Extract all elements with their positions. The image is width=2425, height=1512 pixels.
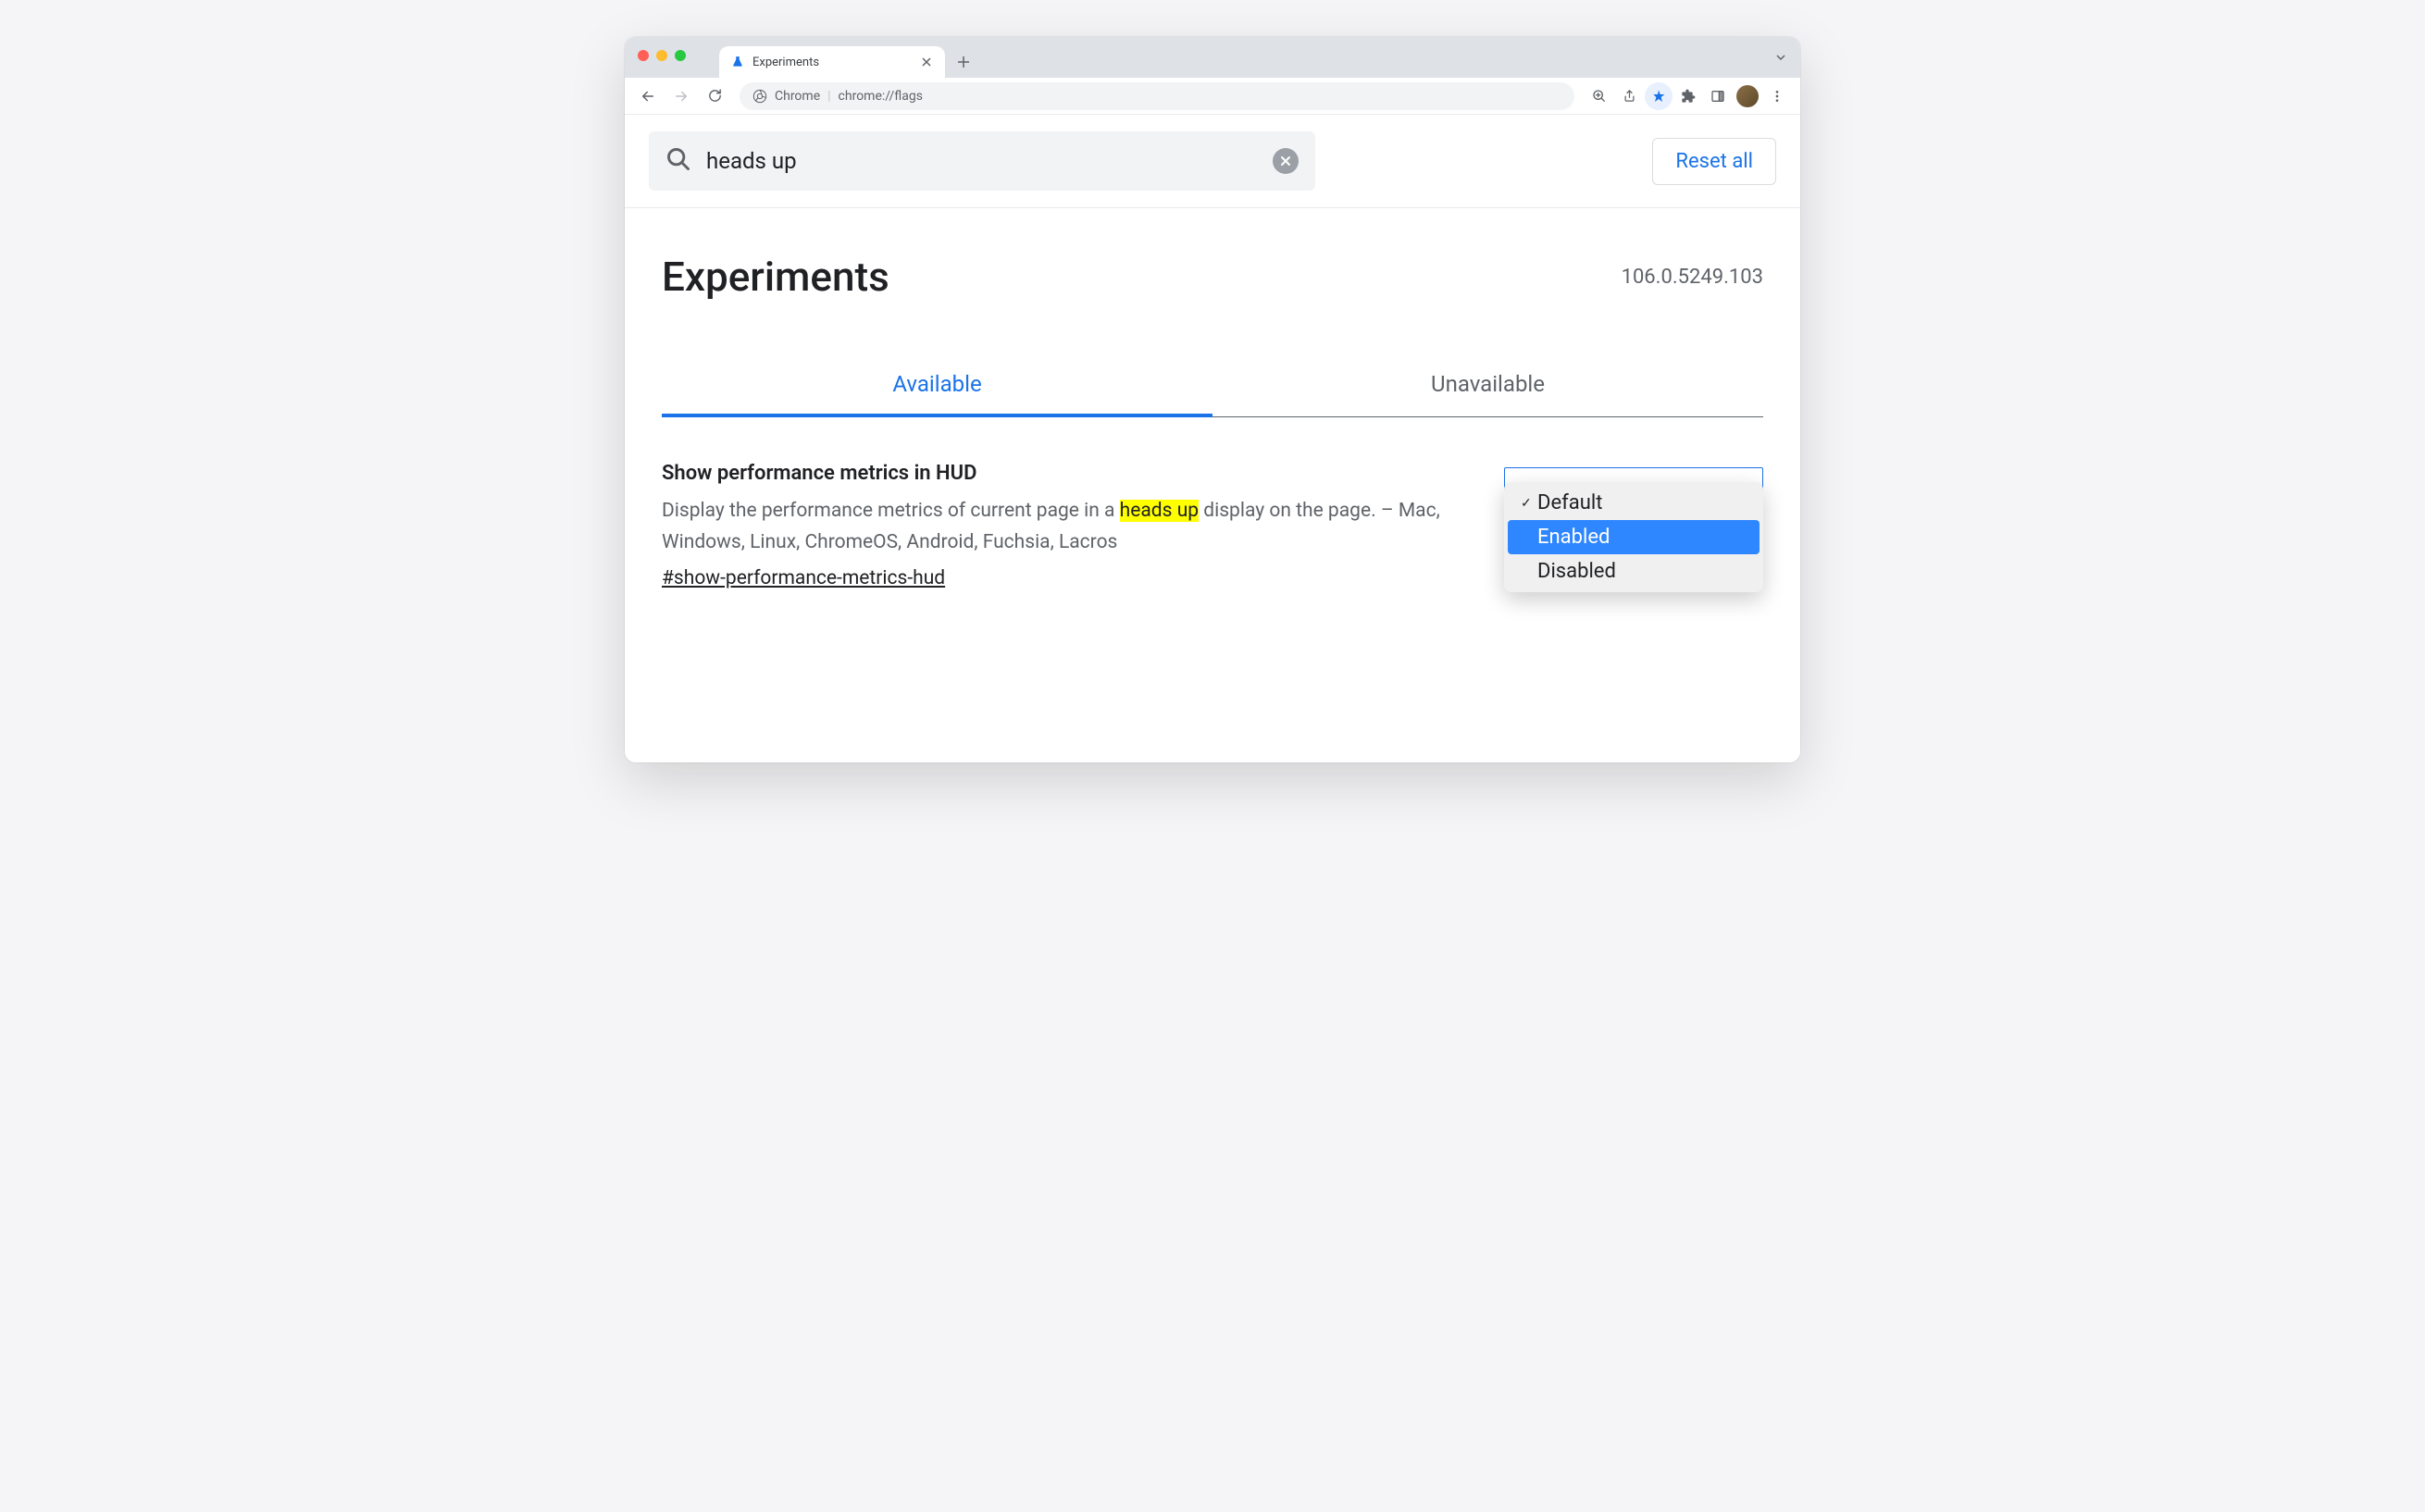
browser-tab[interactable]: Experiments <box>719 46 945 78</box>
omnibox-separator: | <box>827 89 830 104</box>
tab-title: Experiments <box>752 56 912 69</box>
back-button[interactable] <box>634 82 662 110</box>
dropdown-option-enabled[interactable]: Enabled <box>1508 520 1760 554</box>
omnibox-text: Chrome | chrome://flags <box>775 89 923 104</box>
tab-available[interactable]: Available <box>662 354 1212 417</box>
page-title: Experiments <box>662 253 889 301</box>
extensions-icon[interactable] <box>1674 82 1702 110</box>
dropdown-option-disabled[interactable]: Disabled <box>1508 554 1760 589</box>
search-icon <box>665 146 691 176</box>
check-icon: ✓ <box>1521 496 1532 511</box>
flag-description-highlight: heads up <box>1120 500 1199 522</box>
dropdown-option-default[interactable]: ✓ Default <box>1508 486 1760 520</box>
close-window-button[interactable] <box>638 50 649 61</box>
zoom-icon[interactable] <box>1586 82 1613 110</box>
side-panel-icon[interactable] <box>1704 82 1732 110</box>
menu-icon[interactable] <box>1763 82 1791 110</box>
search-box[interactable] <box>649 131 1315 191</box>
tab-strip: Experiments <box>719 37 976 78</box>
flag-info: Show performance metrics in HUD Display … <box>662 462 1449 589</box>
flag-description-before: Display the performance metrics of curre… <box>662 500 1120 522</box>
flag-control: ✓ Default Enabled Disabled <box>1504 462 1763 589</box>
tabs-nav: Available Unavailable <box>662 354 1763 417</box>
flask-icon <box>730 55 745 69</box>
bookmark-star-icon[interactable] <box>1645 82 1673 110</box>
tab-unavailable[interactable]: Unavailable <box>1212 354 1763 417</box>
dropdown-option-label: Default <box>1537 491 1602 514</box>
dropdown-option-label: Disabled <box>1537 560 1616 583</box>
new-tab-button[interactable] <box>951 49 976 75</box>
traffic-lights <box>638 50 686 61</box>
chrome-icon <box>752 89 767 104</box>
search-bar-row: Reset all <box>625 115 1800 208</box>
omnibox-prefix: Chrome <box>775 89 820 104</box>
reload-button[interactable] <box>701 82 728 110</box>
forward-button[interactable] <box>667 82 695 110</box>
reset-all-button[interactable]: Reset all <box>1652 138 1776 185</box>
clear-search-button[interactable] <box>1273 148 1299 174</box>
flag-title: Show performance metrics in HUD <box>662 462 1449 485</box>
experiments-header: Experiments 106.0.5249.103 <box>625 208 1800 310</box>
tabs-dropdown-button[interactable] <box>1774 50 1787 68</box>
version-text: 106.0.5249.103 <box>1622 266 1763 289</box>
flag-description: Display the performance metrics of curre… <box>662 496 1449 558</box>
profile-avatar[interactable] <box>1736 85 1759 107</box>
omnibox-url: chrome://flags <box>839 89 923 104</box>
flag-item: Show performance metrics in HUD Display … <box>625 417 1800 608</box>
titlebar: Experiments <box>625 37 1800 78</box>
flag-anchor-link[interactable]: #show-performance-metrics-hud <box>662 567 945 589</box>
flag-dropdown: ✓ Default Enabled Disabled <box>1504 482 1763 592</box>
maximize-window-button[interactable] <box>675 50 686 61</box>
toolbar-icons <box>1586 82 1791 110</box>
share-icon[interactable] <box>1615 82 1643 110</box>
search-input[interactable] <box>706 148 1258 174</box>
dropdown-option-label: Enabled <box>1537 526 1610 549</box>
page-content: Reset all Experiments 106.0.5249.103 Ava… <box>625 115 1800 762</box>
minimize-window-button[interactable] <box>656 50 667 61</box>
browser-window: Experiments Chrome <box>625 37 1800 762</box>
close-tab-button[interactable] <box>919 55 934 69</box>
omnibox[interactable]: Chrome | chrome://flags <box>740 82 1574 110</box>
toolbar: Chrome | chrome://flags <box>625 78 1800 115</box>
